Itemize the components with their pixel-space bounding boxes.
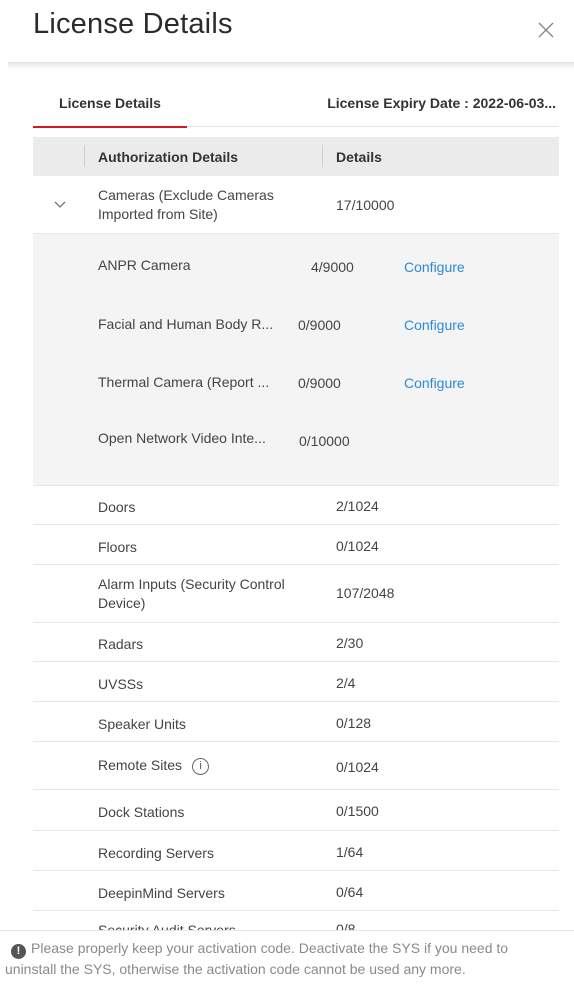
tab-license-details[interactable]: License Details — [33, 95, 187, 128]
table-row-remote-sites: Remote Sites i 0/1024 — [33, 742, 559, 790]
table-row-floors: Floors 0/1024 — [33, 525, 559, 565]
table-row-doors: Doors 2/1024 — [33, 486, 559, 525]
cameras-subpanel: ANPR Camera 4/9000 Configure Facial and … — [33, 234, 559, 486]
row-name: Alarm Inputs (Security Control Device) — [98, 576, 285, 611]
table-row-uvss: UVSSs 2/4 — [33, 662, 559, 702]
row-value: 17/10000 — [336, 197, 395, 213]
row-name: Recording Servers — [98, 845, 214, 861]
row-value: 0/128 — [336, 715, 372, 731]
table-row-dock-stations: Dock Stations 0/1500 — [33, 790, 559, 831]
row-name: Dock Stations — [98, 804, 185, 820]
row-name: Speaker Units — [98, 716, 186, 732]
row-value: 2/1024 — [336, 498, 379, 514]
sub-item-name: Open Network Video Inte... — [98, 430, 266, 446]
tab-bar: License Details License Expiry Date : 20… — [33, 86, 559, 128]
table-row-cameras[interactable]: Cameras (Exclude Cameras Imported from S… — [33, 176, 559, 234]
row-value: 1/64 — [336, 844, 364, 860]
info-icon[interactable]: i — [192, 757, 210, 775]
column-divider — [84, 145, 85, 167]
row-name-wrapper: Remote Sites i — [98, 756, 210, 775]
sub-item-value: 4/9000 — [311, 259, 354, 275]
column-divider — [322, 145, 323, 167]
activation-code-note: ! Please properly keep your activation co… — [5, 938, 560, 979]
warning-icon: ! — [11, 944, 26, 959]
row-value: 2/4 — [336, 675, 356, 691]
row-name: Doors — [98, 499, 136, 515]
row-name: Floors — [98, 539, 137, 555]
close-icon[interactable] — [536, 20, 556, 40]
table-row-alarm-inputs: Alarm Inputs (Security Control Device) 1… — [33, 565, 559, 623]
active-tab-indicator — [33, 126, 187, 128]
footer-note-text: Please properly keep your activation cod… — [5, 940, 509, 977]
dialog-title: License Details — [33, 8, 233, 40]
row-name: DeepinMind Servers — [98, 885, 225, 901]
table-row-recording-servers: Recording Servers 1/64 — [33, 831, 559, 871]
table-row-security-audit-servers: Security Audit Servers 0/8 — [33, 911, 559, 931]
row-name: Remote Sites — [98, 757, 183, 773]
row-value: 2/30 — [336, 635, 364, 651]
row-value: 0/1024 — [336, 759, 379, 775]
row-name: Cameras (Exclude Cameras Imported from S… — [98, 187, 274, 222]
sub-item-name: ANPR Camera — [98, 257, 191, 273]
table-row-speaker-units: Speaker Units 0/128 — [33, 702, 559, 742]
row-value: 0/1024 — [336, 538, 379, 554]
table-row-radars: Radars 2/30 — [33, 623, 559, 662]
chevron-down-icon[interactable] — [53, 196, 67, 208]
configure-link-facial[interactable]: Configure — [404, 317, 465, 333]
row-name: UVSSs — [98, 676, 144, 692]
configure-link-anpr[interactable]: Configure — [404, 259, 465, 275]
sub-item-name: Facial and Human Body R... — [98, 316, 274, 332]
sub-item-value: 0/10000 — [299, 433, 350, 449]
header-divider — [8, 62, 574, 70]
footer-divider — [0, 930, 574, 931]
row-value: 0/64 — [336, 884, 364, 900]
row-value: 107/2048 — [336, 585, 395, 601]
sub-item-name: Thermal Camera (Report ... — [98, 374, 270, 390]
sub-item-value: 0/9000 — [298, 317, 341, 333]
license-expiry-date: License Expiry Date : 2022-06-03... — [327, 95, 556, 111]
table-header: Authorization Details Details — [33, 137, 559, 176]
table-row-deepinmind-servers: DeepinMind Servers 0/64 — [33, 871, 559, 911]
row-value: 0/1500 — [336, 803, 379, 819]
row-name: Radars — [98, 636, 144, 652]
column-header-details: Details — [336, 149, 382, 165]
tab-label: License Details — [59, 95, 161, 111]
configure-link-thermal[interactable]: Configure — [404, 375, 465, 391]
column-header-authorization-details: Authorization Details — [98, 149, 239, 165]
sub-item-value: 0/9000 — [298, 375, 341, 391]
